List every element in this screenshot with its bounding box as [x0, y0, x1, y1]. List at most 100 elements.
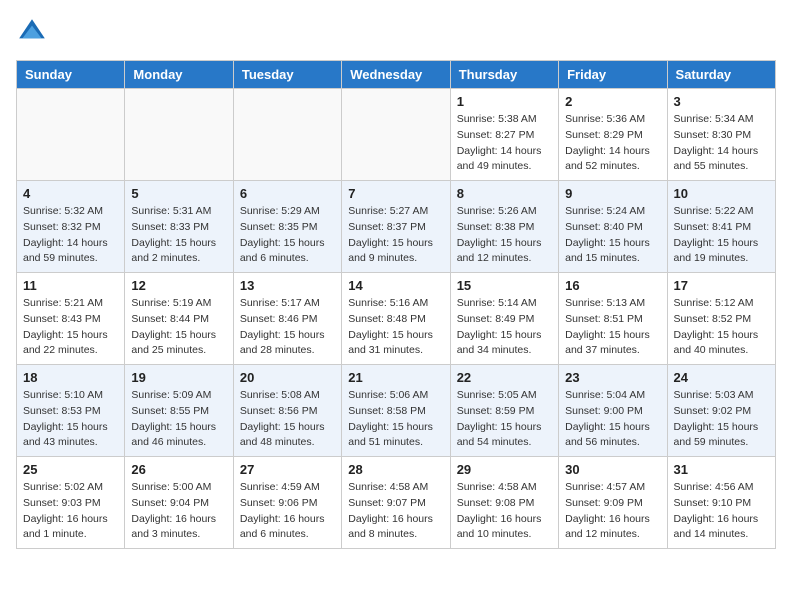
day-info: Sunrise: 5:29 AM Sunset: 8:35 PM Dayligh… [240, 204, 335, 267]
day-info: Sunrise: 4:56 AM Sunset: 9:10 PM Dayligh… [674, 480, 769, 543]
day-number: 14 [348, 278, 443, 293]
calendar-cell: 18 Sunrise: 5:10 AM Sunset: 8:53 PM Dayli… [17, 365, 125, 457]
day-number: 26 [131, 462, 226, 477]
day-number: 21 [348, 370, 443, 385]
day-info: Sunrise: 4:58 AM Sunset: 9:07 PM Dayligh… [348, 480, 443, 543]
calendar-cell: 29 Sunrise: 4:58 AM Sunset: 9:08 PM Dayli… [450, 457, 558, 549]
day-info: Sunrise: 5:21 AM Sunset: 8:43 PM Dayligh… [23, 296, 118, 359]
day-info: Sunrise: 5:12 AM Sunset: 8:52 PM Dayligh… [674, 296, 769, 359]
day-number: 22 [457, 370, 552, 385]
calendar-cell: 17 Sunrise: 5:12 AM Sunset: 8:52 PM Dayli… [667, 273, 775, 365]
calendar-cell: 21 Sunrise: 5:06 AM Sunset: 8:58 PM Dayli… [342, 365, 450, 457]
day-info: Sunrise: 5:09 AM Sunset: 8:55 PM Dayligh… [131, 388, 226, 451]
day-number: 28 [348, 462, 443, 477]
calendar-cell: 26 Sunrise: 5:00 AM Sunset: 9:04 PM Dayli… [125, 457, 233, 549]
calendar-cell: 11 Sunrise: 5:21 AM Sunset: 8:43 PM Dayli… [17, 273, 125, 365]
day-number: 20 [240, 370, 335, 385]
calendar-cell: 13 Sunrise: 5:17 AM Sunset: 8:46 PM Dayli… [233, 273, 341, 365]
day-number: 24 [674, 370, 769, 385]
day-number: 11 [23, 278, 118, 293]
day-info: Sunrise: 5:38 AM Sunset: 8:27 PM Dayligh… [457, 112, 552, 175]
calendar-cell: 31Sunrise: 4:56 AM Sunset: 9:10 PM Dayli… [667, 457, 775, 549]
day-info: Sunrise: 5:02 AM Sunset: 9:03 PM Dayligh… [23, 480, 118, 543]
day-info: Sunrise: 5:16 AM Sunset: 8:48 PM Dayligh… [348, 296, 443, 359]
day-number: 12 [131, 278, 226, 293]
day-info: Sunrise: 5:03 AM Sunset: 9:02 PM Dayligh… [674, 388, 769, 451]
weekday-header-wednesday: Wednesday [342, 61, 450, 89]
calendar-cell [17, 89, 125, 181]
day-info: Sunrise: 4:59 AM Sunset: 9:06 PM Dayligh… [240, 480, 335, 543]
day-number: 1 [457, 94, 552, 109]
day-number: 13 [240, 278, 335, 293]
week-row-5: 25 Sunrise: 5:02 AM Sunset: 9:03 PM Dayli… [17, 457, 776, 549]
calendar-cell: 28 Sunrise: 4:58 AM Sunset: 9:07 PM Dayli… [342, 457, 450, 549]
day-number: 25 [23, 462, 118, 477]
day-info: Sunrise: 5:08 AM Sunset: 8:56 PM Dayligh… [240, 388, 335, 451]
weekday-header-friday: Friday [559, 61, 667, 89]
day-info: Sunrise: 5:00 AM Sunset: 9:04 PM Dayligh… [131, 480, 226, 543]
calendar-table: SundayMondayTuesdayWednesdayThursdayFrid… [16, 60, 776, 549]
week-row-3: 11 Sunrise: 5:21 AM Sunset: 8:43 PM Dayli… [17, 273, 776, 365]
calendar-cell: 4 Sunrise: 5:32 AM Sunset: 8:32 PM Daylig… [17, 181, 125, 273]
page-header [16, 16, 776, 48]
calendar-cell: 20 Sunrise: 5:08 AM Sunset: 8:56 PM Dayli… [233, 365, 341, 457]
weekday-header-saturday: Saturday [667, 61, 775, 89]
day-number: 9 [565, 186, 660, 201]
day-number: 4 [23, 186, 118, 201]
calendar-cell: 25 Sunrise: 5:02 AM Sunset: 9:03 PM Dayli… [17, 457, 125, 549]
day-number: 3 [674, 94, 769, 109]
calendar-cell: 7Sunrise: 5:27 AM Sunset: 8:37 PM Daylig… [342, 181, 450, 273]
calendar-cell: 24 Sunrise: 5:03 AM Sunset: 9:02 PM Dayli… [667, 365, 775, 457]
calendar-cell: 22 Sunrise: 5:05 AM Sunset: 8:59 PM Dayli… [450, 365, 558, 457]
week-row-2: 4 Sunrise: 5:32 AM Sunset: 8:32 PM Daylig… [17, 181, 776, 273]
day-info: Sunrise: 5:36 AM Sunset: 8:29 PM Dayligh… [565, 112, 660, 175]
day-info: Sunrise: 5:13 AM Sunset: 8:51 PM Dayligh… [565, 296, 660, 359]
calendar-cell [125, 89, 233, 181]
calendar-cell [233, 89, 341, 181]
day-number: 30 [565, 462, 660, 477]
day-info: Sunrise: 5:05 AM Sunset: 8:59 PM Dayligh… [457, 388, 552, 451]
weekday-header-row: SundayMondayTuesdayWednesdayThursdayFrid… [17, 61, 776, 89]
day-number: 19 [131, 370, 226, 385]
day-number: 10 [674, 186, 769, 201]
day-info: Sunrise: 4:58 AM Sunset: 9:08 PM Dayligh… [457, 480, 552, 543]
day-info: Sunrise: 5:17 AM Sunset: 8:46 PM Dayligh… [240, 296, 335, 359]
day-number: 2 [565, 94, 660, 109]
day-info: Sunrise: 5:06 AM Sunset: 8:58 PM Dayligh… [348, 388, 443, 451]
day-number: 17 [674, 278, 769, 293]
day-number: 15 [457, 278, 552, 293]
day-number: 6 [240, 186, 335, 201]
day-info: Sunrise: 5:24 AM Sunset: 8:40 PM Dayligh… [565, 204, 660, 267]
calendar-cell: 2 Sunrise: 5:36 AM Sunset: 8:29 PM Daylig… [559, 89, 667, 181]
day-info: Sunrise: 5:32 AM Sunset: 8:32 PM Dayligh… [23, 204, 118, 267]
calendar-cell: 8Sunrise: 5:26 AM Sunset: 8:38 PM Daylig… [450, 181, 558, 273]
calendar-cell: 23Sunrise: 5:04 AM Sunset: 9:00 PM Dayli… [559, 365, 667, 457]
weekday-header-tuesday: Tuesday [233, 61, 341, 89]
week-row-1: 1 Sunrise: 5:38 AM Sunset: 8:27 PM Daylig… [17, 89, 776, 181]
calendar-cell: 3 Sunrise: 5:34 AM Sunset: 8:30 PM Daylig… [667, 89, 775, 181]
calendar-cell: 19 Sunrise: 5:09 AM Sunset: 8:55 PM Dayli… [125, 365, 233, 457]
weekday-header-sunday: Sunday [17, 61, 125, 89]
calendar-cell: 5 Sunrise: 5:31 AM Sunset: 8:33 PM Daylig… [125, 181, 233, 273]
calendar-cell: 10Sunrise: 5:22 AM Sunset: 8:41 PM Dayli… [667, 181, 775, 273]
day-number: 8 [457, 186, 552, 201]
day-info: Sunrise: 5:31 AM Sunset: 8:33 PM Dayligh… [131, 204, 226, 267]
calendar-cell: 6 Sunrise: 5:29 AM Sunset: 8:35 PM Daylig… [233, 181, 341, 273]
calendar-cell: 15 Sunrise: 5:14 AM Sunset: 8:49 PM Dayli… [450, 273, 558, 365]
day-info: Sunrise: 5:19 AM Sunset: 8:44 PM Dayligh… [131, 296, 226, 359]
day-number: 18 [23, 370, 118, 385]
day-number: 29 [457, 462, 552, 477]
day-number: 7 [348, 186, 443, 201]
day-info: Sunrise: 5:34 AM Sunset: 8:30 PM Dayligh… [674, 112, 769, 175]
day-info: Sunrise: 5:14 AM Sunset: 8:49 PM Dayligh… [457, 296, 552, 359]
week-row-4: 18 Sunrise: 5:10 AM Sunset: 8:53 PM Dayli… [17, 365, 776, 457]
calendar-cell: 12 Sunrise: 5:19 AM Sunset: 8:44 PM Dayli… [125, 273, 233, 365]
calendar-cell: 16Sunrise: 5:13 AM Sunset: 8:51 PM Dayli… [559, 273, 667, 365]
day-info: Sunrise: 4:57 AM Sunset: 9:09 PM Dayligh… [565, 480, 660, 543]
logo [16, 16, 54, 48]
day-info: Sunrise: 5:10 AM Sunset: 8:53 PM Dayligh… [23, 388, 118, 451]
calendar-cell: 9 Sunrise: 5:24 AM Sunset: 8:40 PM Daylig… [559, 181, 667, 273]
day-number: 27 [240, 462, 335, 477]
weekday-header-monday: Monday [125, 61, 233, 89]
day-number: 5 [131, 186, 226, 201]
